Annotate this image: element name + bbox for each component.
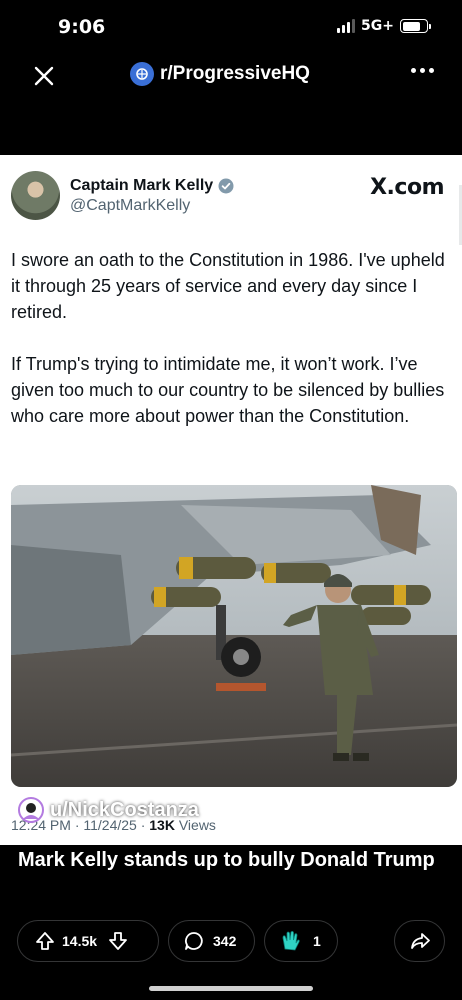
photo-illustration <box>11 485 457 787</box>
author-name-text: Captain Mark Kelly <box>70 177 214 194</box>
author-handle: @CaptMarkKelly <box>70 197 191 214</box>
comment-icon <box>185 932 203 950</box>
award-icon <box>282 930 300 951</box>
battery-icon <box>400 19 431 33</box>
comment-count: 342 <box>213 933 237 949</box>
status-bar: 9:06 5G+ <box>0 0 462 56</box>
status-time: 9:06 <box>58 16 106 38</box>
subreddit-link[interactable]: r/ProgressiveHQ <box>130 62 310 86</box>
upvote-count: 14.5k <box>62 933 98 949</box>
share-button[interactable] <box>394 920 445 962</box>
user-avatar <box>18 797 44 823</box>
award-button[interactable]: 1 <box>264 920 338 962</box>
award-count: 1 <box>313 933 321 949</box>
upvote-icon <box>36 932 54 950</box>
tweet-photo[interactable] <box>11 485 457 787</box>
vote-control: 14.5k <box>17 920 159 962</box>
avatar-icon <box>23 803 39 819</box>
comment-button[interactable]: 342 <box>168 920 255 962</box>
tweet-paragraph: I swore an oath to the Constitution in 1… <box>11 250 445 322</box>
tweet-paragraph: If Trump's trying to intimidate me, it w… <box>11 354 445 426</box>
tweet-body: I swore an oath to the Constitution in 1… <box>11 247 451 455</box>
verified-badge-icon <box>218 178 234 194</box>
status-indicators: 5G+ <box>337 18 431 34</box>
action-bar: 14.5k 342 1 <box>0 920 462 964</box>
downvote-button[interactable] <box>107 930 129 952</box>
upvote-button[interactable] <box>34 930 56 952</box>
post-author[interactable]: u/NickCostanza <box>18 797 199 823</box>
post-username: u/NickCostanza <box>50 798 199 821</box>
signal-icon <box>337 19 356 33</box>
subreddit-name: r/ProgressiveHQ <box>160 63 310 84</box>
more-icon <box>411 68 434 73</box>
battery-fill <box>402 21 420 31</box>
network-label: 5G+ <box>361 18 394 34</box>
post-title: Mark Kelly stands up to bully Donald Tru… <box>18 849 435 871</box>
author-name: Captain Mark Kelly <box>70 177 234 195</box>
author-avatar <box>11 171 60 220</box>
downvote-icon <box>109 932 127 950</box>
close-icon <box>34 66 54 86</box>
tweet-screenshot[interactable]: Captain Mark Kelly @CaptMarkKelly X.com … <box>0 155 462 845</box>
source-label: X.com <box>370 175 444 200</box>
home-indicator[interactable] <box>149 986 313 991</box>
more-options-button[interactable] <box>411 68 434 73</box>
subreddit-icon <box>130 62 154 86</box>
close-button[interactable] <box>30 62 58 90</box>
share-icon <box>410 933 430 949</box>
post-header: r/ProgressiveHQ <box>0 56 462 96</box>
